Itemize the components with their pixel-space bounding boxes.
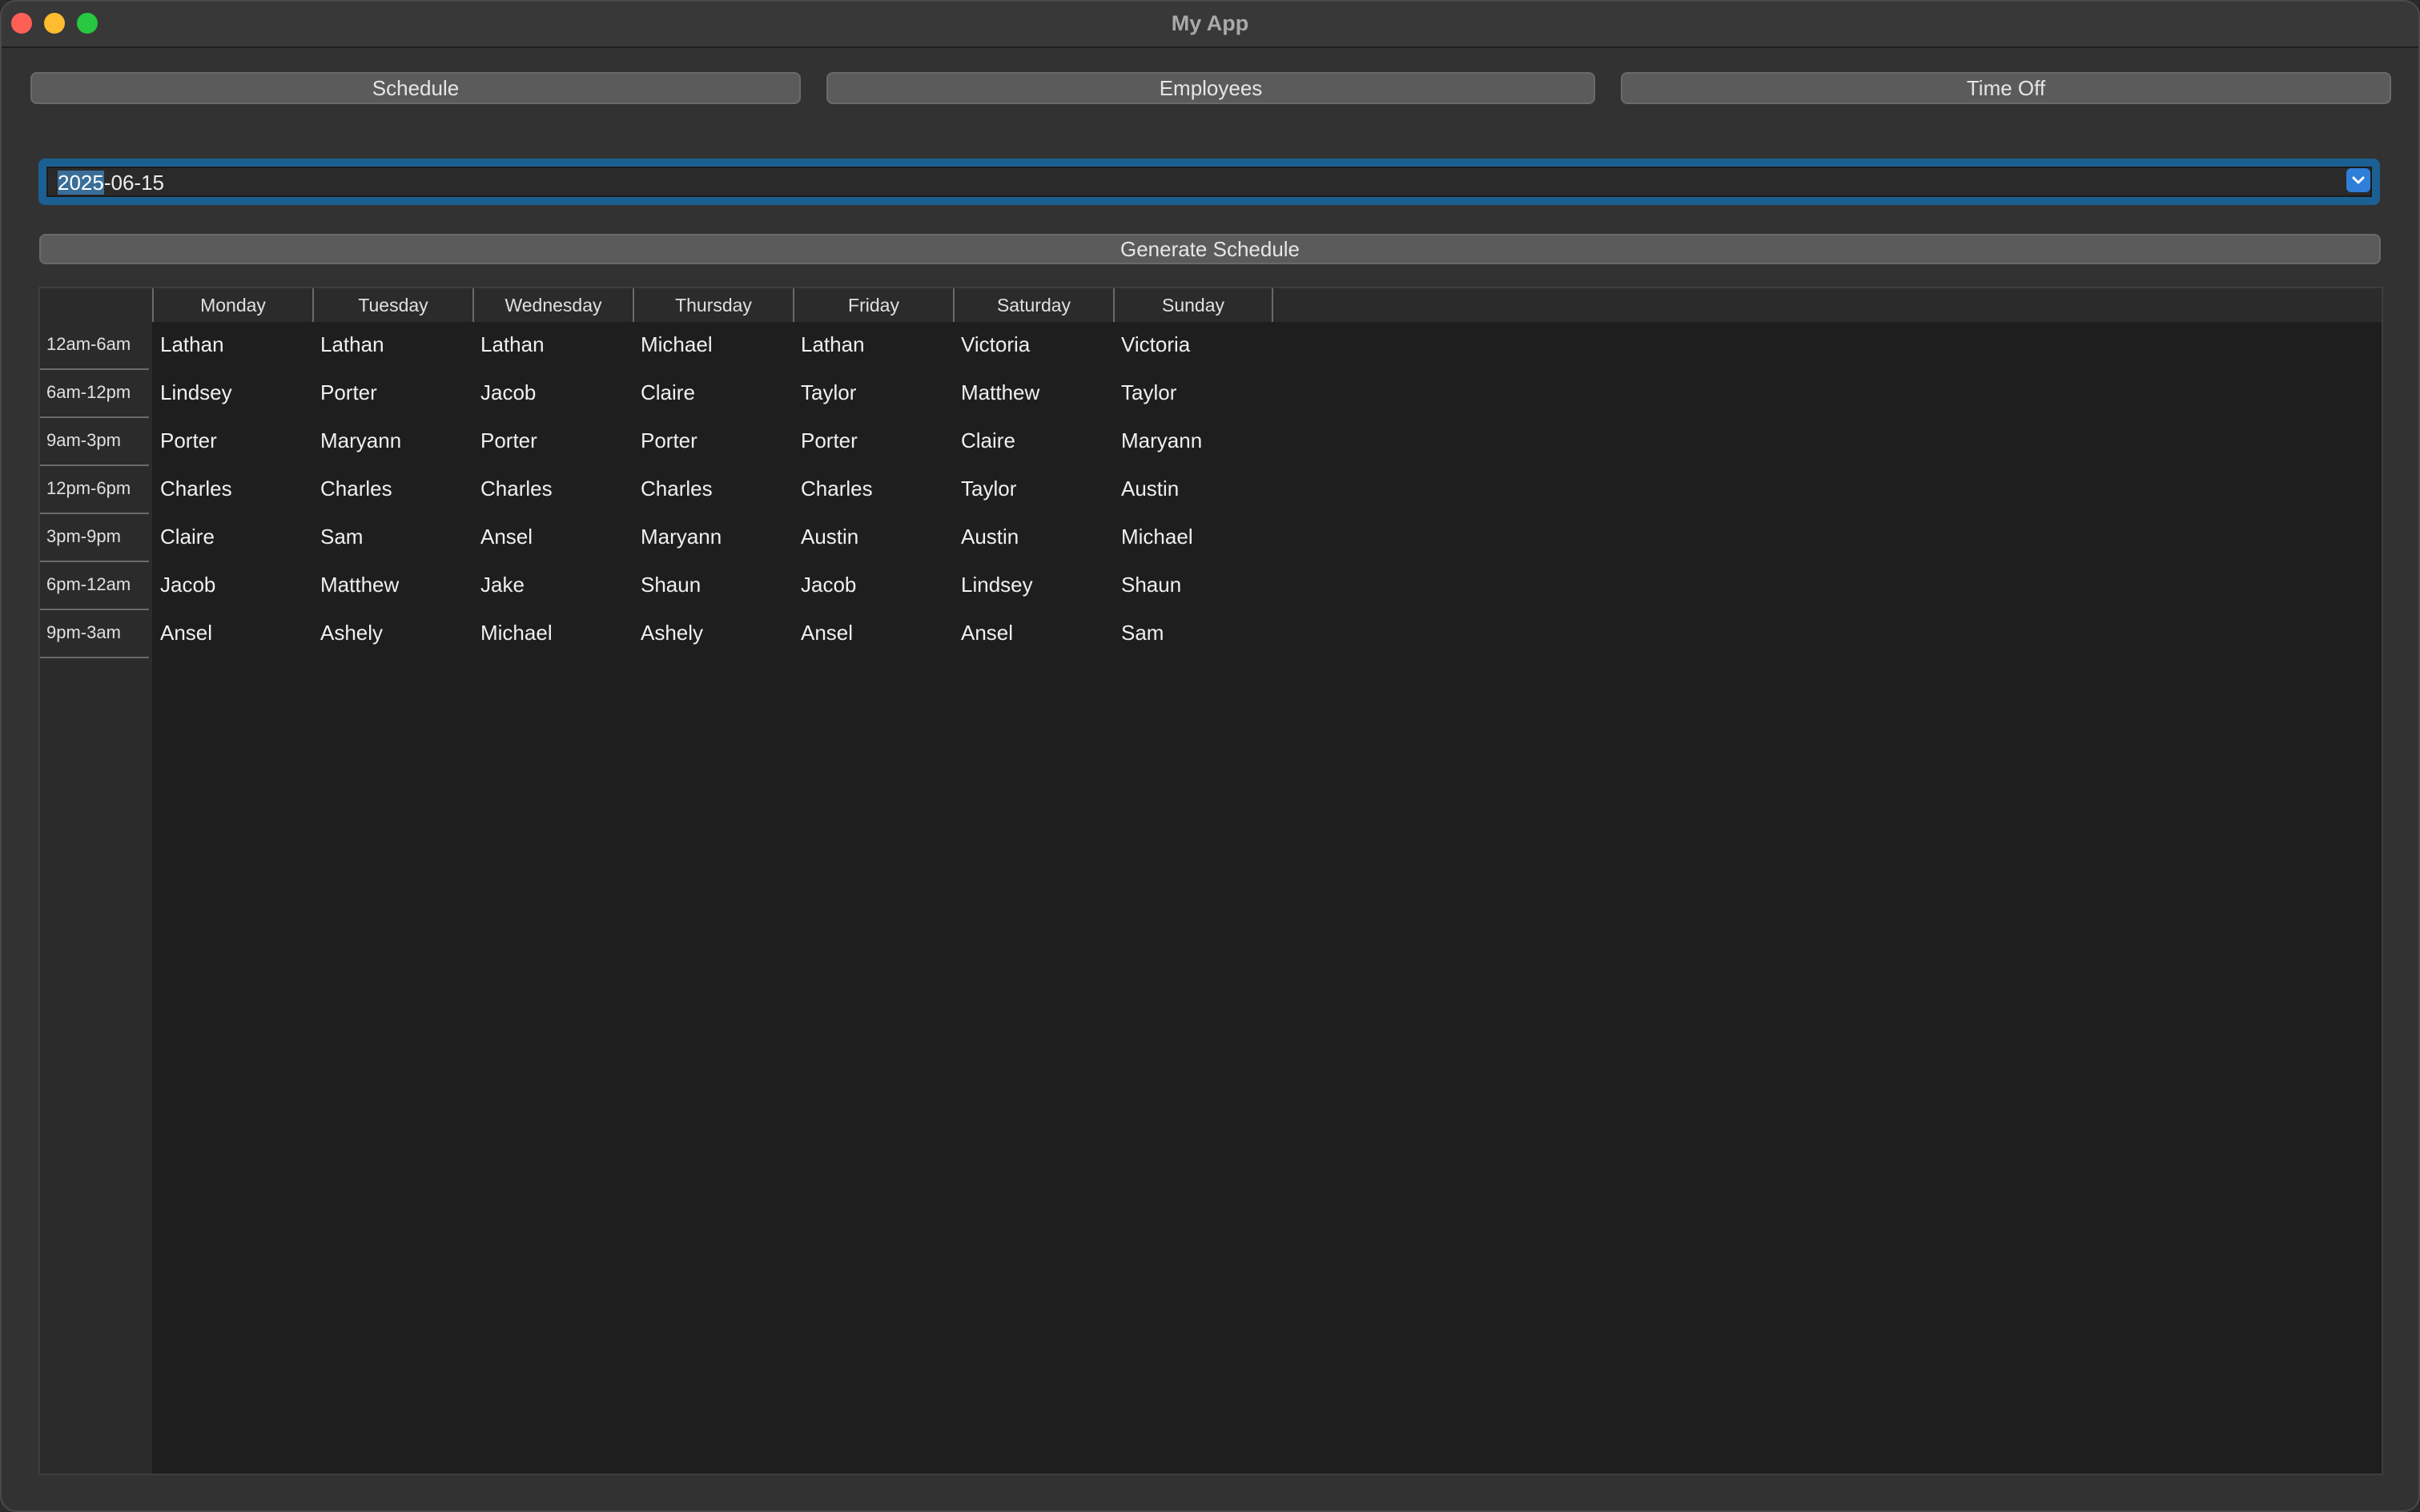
date-picker[interactable]: 2025-06-15 [38, 159, 2380, 205]
schedule-table: Monday Tuesday Wednesday Thursday Friday Satu… [38, 287, 2383, 1475]
table-cell[interactable]: Porter [152, 418, 312, 466]
table-cell[interactable]: Jacob [793, 562, 953, 610]
table-cell[interactable]: Claire [633, 370, 793, 418]
table-cell[interactable]: Matthew [953, 370, 1113, 418]
table-cell[interactable]: Jacob [472, 370, 633, 418]
column-header-saturday[interactable]: Saturday [953, 288, 1113, 322]
table-cell[interactable]: Jake [472, 562, 633, 610]
window-title: My App [1171, 11, 1249, 35]
table-cell[interactable]: Porter [312, 370, 472, 418]
date-value-selected: 2025 [58, 171, 104, 195]
table-cell[interactable]: Austin [793, 514, 953, 562]
table-cell[interactable]: Sam [1113, 610, 1273, 658]
table-cell[interactable]: Claire [152, 514, 312, 562]
table-cell[interactable]: Ashely [633, 610, 793, 658]
table-cell[interactable]: Lathan [152, 322, 312, 370]
table-cell[interactable]: Michael [1113, 514, 1273, 562]
table-cell[interactable]: Taylor [953, 466, 1113, 514]
table-cell[interactable]: Charles [793, 466, 953, 514]
table-cell[interactable]: Maryann [312, 418, 472, 466]
table-cell[interactable]: Ansel [472, 514, 633, 562]
date-value: 2025-06-15 [58, 170, 164, 195]
row-headers: 12am-6am 6am-12pm 9am-3pm 12pm-6pm 3pm-9pm 6p… [40, 322, 152, 1474]
row-header-shift[interactable]: 6pm-12am [40, 562, 149, 610]
table-cell[interactable]: Lindsey [152, 370, 312, 418]
generate-schedule-button[interactable]: Generate Schedule [39, 234, 2381, 264]
table-cell[interactable]: Lindsey [953, 562, 1113, 610]
table-cell[interactable]: Porter [633, 418, 793, 466]
column-header-friday[interactable]: Friday [793, 288, 953, 322]
table-cell[interactable]: Porter [472, 418, 633, 466]
table-cell[interactable]: Charles [633, 466, 793, 514]
app-window: My App Schedule Employees Time Off 2025-… [0, 0, 2420, 1512]
table-cell[interactable]: Victoria [1113, 322, 1273, 370]
table-cell[interactable]: Ansel [793, 610, 953, 658]
table-cell[interactable]: Maryann [633, 514, 793, 562]
column-header-tuesday[interactable]: Tuesday [312, 288, 472, 322]
column-header-wednesday[interactable]: Wednesday [472, 288, 633, 322]
table-cell[interactable]: Michael [472, 610, 633, 658]
date-dropdown-button[interactable] [2346, 168, 2370, 192]
table-cell[interactable]: Porter [793, 418, 953, 466]
table-cell[interactable]: Austin [1113, 466, 1273, 514]
table-cell[interactable]: Maryann [1113, 418, 1273, 466]
table-cell[interactable]: Charles [472, 466, 633, 514]
date-input[interactable]: 2025-06-15 [46, 167, 2372, 197]
row-header-shift[interactable]: 3pm-9pm [40, 514, 149, 562]
table-cell[interactable]: Shaun [633, 562, 793, 610]
table-cell[interactable]: Taylor [1113, 370, 1273, 418]
table-cell[interactable]: Ansel [152, 610, 312, 658]
table-cell[interactable]: Ashely [312, 610, 472, 658]
row-header-shift[interactable]: 12am-6am [40, 322, 149, 370]
column-header-sunday[interactable]: Sunday [1113, 288, 1273, 322]
row-header-shift[interactable]: 6am-12pm [40, 370, 149, 418]
tab-time-off[interactable]: Time Off [1621, 72, 2391, 104]
column-header-monday[interactable]: Monday [152, 288, 312, 322]
date-value-rest: -06-15 [103, 171, 164, 195]
table-cell[interactable]: Ansel [953, 610, 1113, 658]
chevron-down-icon [2352, 176, 2365, 184]
table-cell[interactable]: Lathan [472, 322, 633, 370]
column-headers: Monday Tuesday Wednesday Thursday Friday Satu… [152, 288, 2382, 322]
table-cell[interactable]: Lathan [312, 322, 472, 370]
table-corner[interactable] [40, 288, 152, 322]
tab-schedule[interactable]: Schedule [30, 72, 801, 104]
table-cell[interactable]: Matthew [312, 562, 472, 610]
table-cell[interactable]: Claire [953, 418, 1113, 466]
table-cell[interactable]: Victoria [953, 322, 1113, 370]
row-header-shift[interactable]: 9am-3pm [40, 418, 149, 466]
title-bar[interactable]: My App [2, 2, 2418, 48]
table-cell[interactable]: Lathan [793, 322, 953, 370]
table-cell[interactable]: Jacob [152, 562, 312, 610]
table-cell[interactable]: Taylor [793, 370, 953, 418]
table-cell[interactable]: Charles [312, 466, 472, 514]
column-header-thursday[interactable]: Thursday [633, 288, 793, 322]
table-cell[interactable]: Austin [953, 514, 1113, 562]
table-cell[interactable]: Michael [633, 322, 793, 370]
table-cell[interactable]: Charles [152, 466, 312, 514]
row-header-shift[interactable]: 9pm-3am [40, 610, 149, 658]
table-cell[interactable]: Shaun [1113, 562, 1273, 610]
table-cell[interactable]: Sam [312, 514, 472, 562]
tab-employees[interactable]: Employees [826, 72, 1595, 104]
row-header-shift[interactable]: 12pm-6pm [40, 466, 149, 514]
